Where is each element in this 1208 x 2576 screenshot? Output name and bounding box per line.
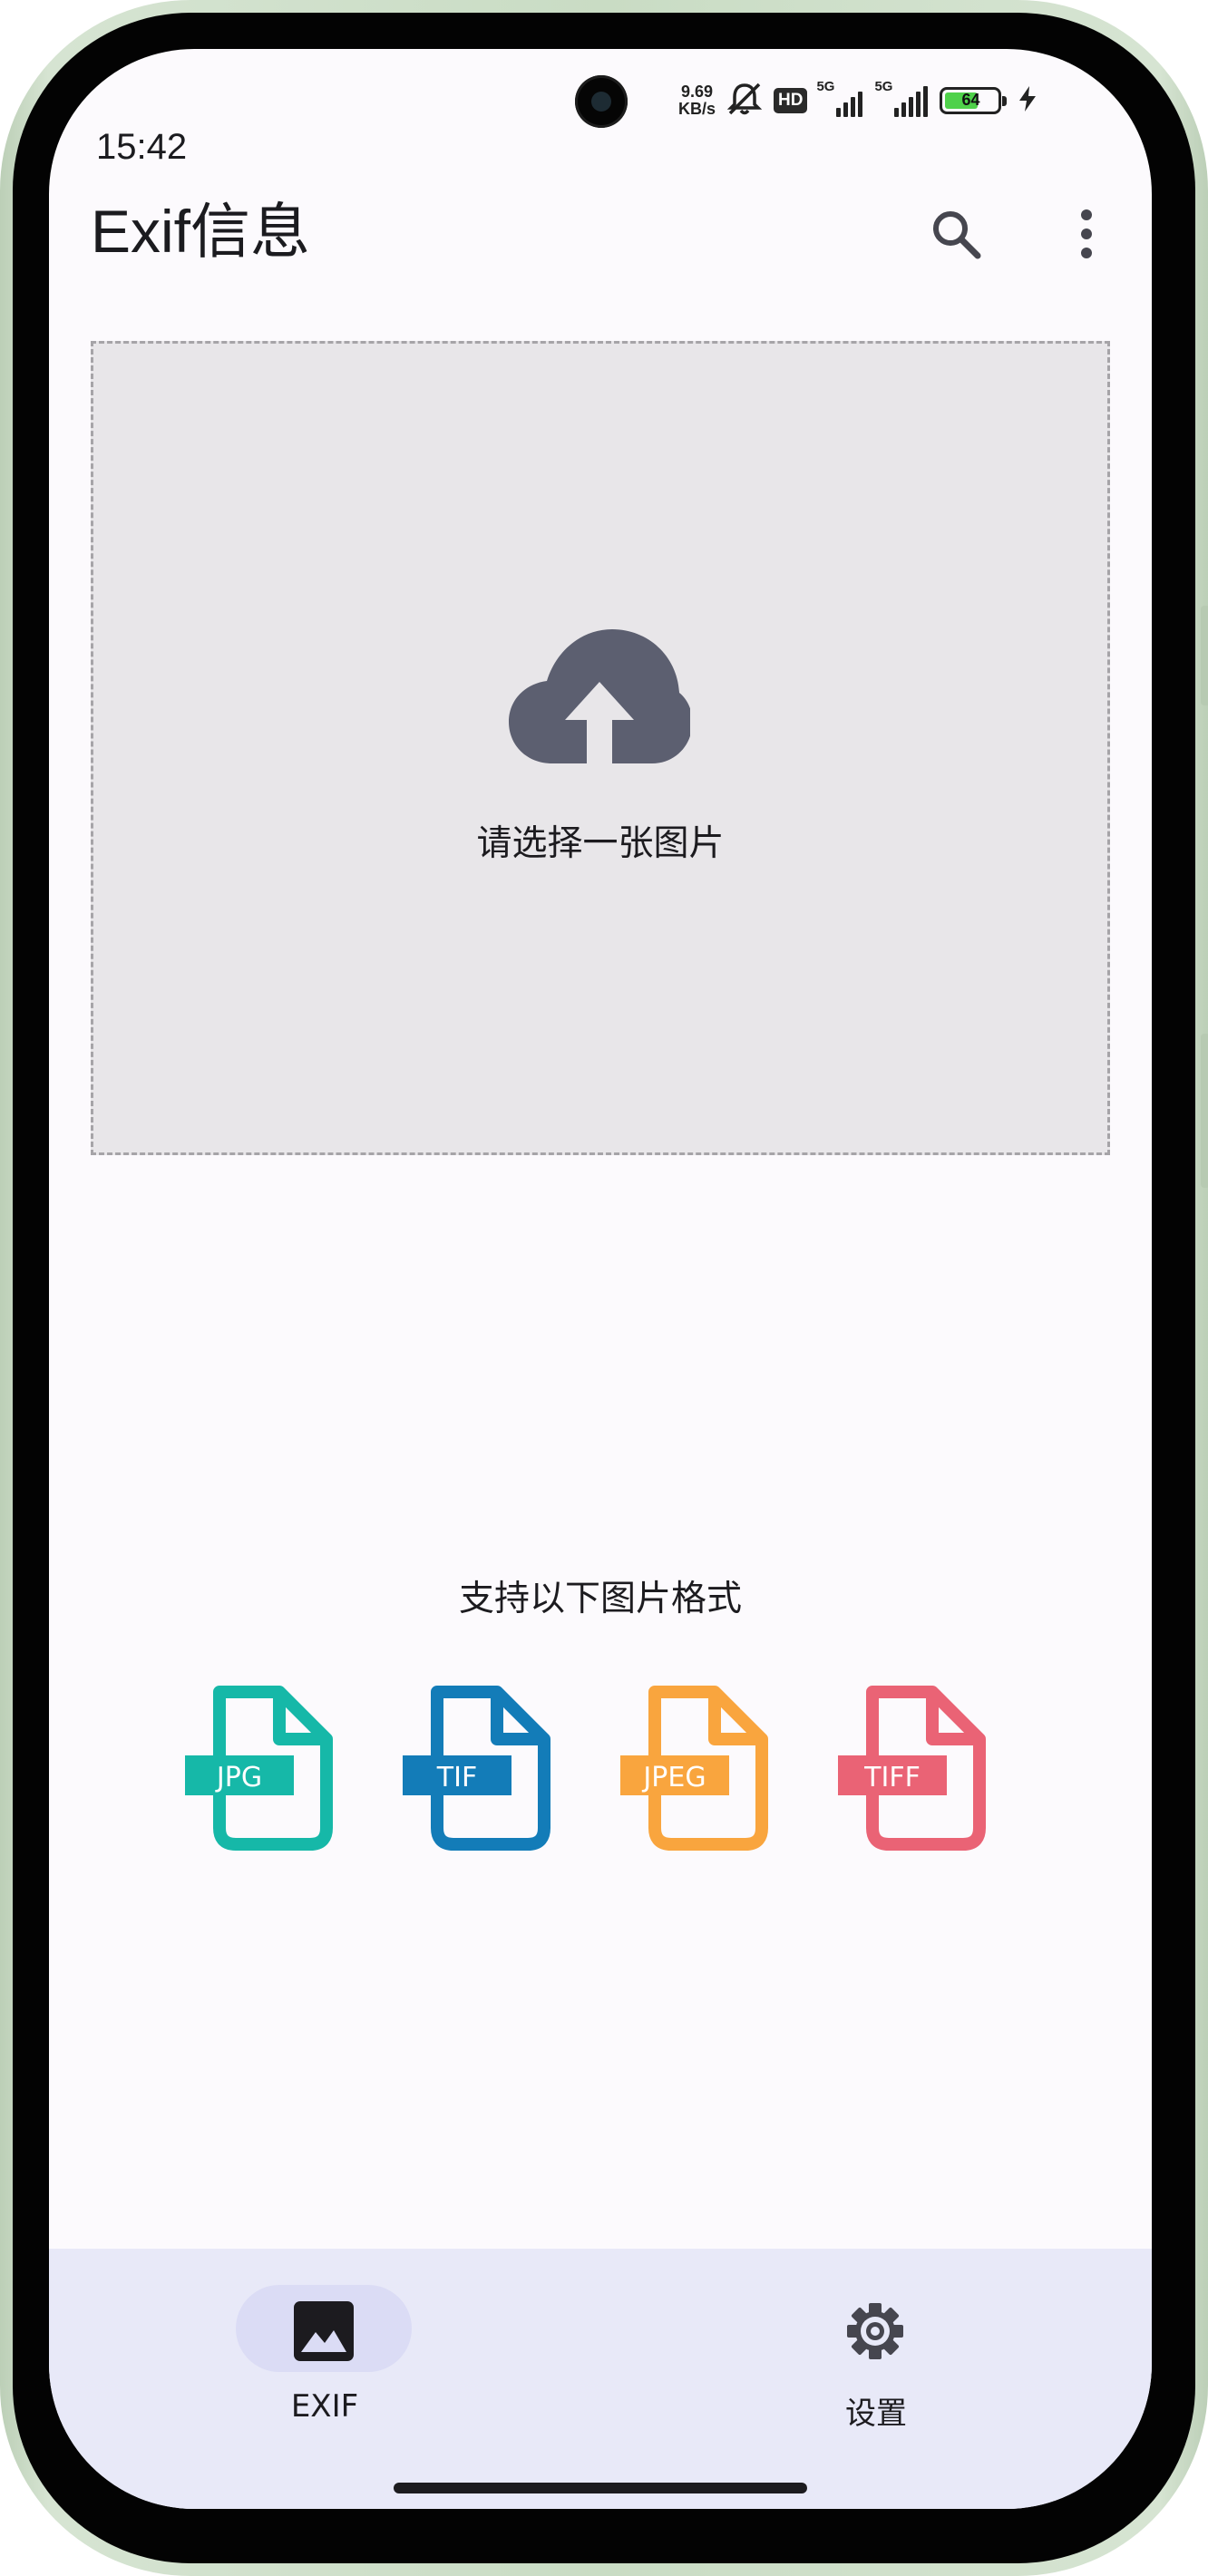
supported-formats-title: 支持以下图片格式 (458, 1579, 742, 1619)
home-indicator[interactable] (394, 2483, 807, 2493)
image-icon (294, 2301, 354, 2361)
format-label-tiff: TIFF (863, 1762, 921, 1793)
charging-icon (1018, 85, 1038, 116)
search-icon (933, 211, 981, 259)
signal-icon-2: 5G (874, 79, 930, 117)
more-options-button[interactable] (1050, 198, 1123, 270)
status-icons: 9.69 KB/s HD 5G 5G 64 (678, 78, 1038, 123)
nav-label-settings: 设置 (845, 2396, 907, 2432)
format-label-tif: TIF (436, 1762, 477, 1793)
format-label-jpg: JPG (215, 1762, 262, 1793)
net-speed: 9.69 KB/s (678, 83, 716, 118)
bottom-navigation: EXIF 设置 (49, 2249, 1152, 2509)
tif-file-icon: TIF (403, 1681, 566, 1857)
tiff-file-icon: TIFF (838, 1681, 1001, 1857)
network-type-2: 5G (874, 79, 893, 94)
nav-label-exif: EXIF (290, 2388, 359, 2425)
nav-item-settings[interactable]: 设置 (600, 2249, 1152, 2509)
screen: 15:42 9.69 KB/s HD 5G 5G 64 Exif信息 请选择一张… (49, 49, 1152, 2509)
hd-badge: HD (774, 88, 808, 113)
page-title: Exif信息 (91, 198, 311, 265)
status-time: 15:42 (96, 127, 188, 167)
battery-icon: 64 (940, 87, 1008, 114)
nav-item-exif[interactable]: EXIF (49, 2249, 600, 2509)
network-type: 5G (816, 79, 835, 94)
net-speed-unit: KB/s (678, 100, 716, 118)
upload-prompt: 请选择一张图片 (476, 823, 725, 864)
bell-muted-icon (725, 81, 765, 121)
more-vert-icon (1081, 209, 1092, 258)
signal-icon: 5G (816, 79, 865, 117)
format-label-jpeg: JPEG (641, 1762, 706, 1793)
jpg-file-icon: JPG (185, 1681, 348, 1857)
cloud-upload-icon (509, 629, 690, 765)
gear-icon (847, 2303, 903, 2359)
search-button[interactable] (920, 198, 992, 270)
status-bar: 15:42 9.69 KB/s HD 5G 5G 64 (49, 49, 1152, 167)
net-speed-value: 9.69 (680, 83, 714, 101)
image-picker-area[interactable]: 请选择一张图片 (91, 341, 1110, 1155)
power-button (1201, 1034, 1208, 1188)
jpeg-file-icon: JPEG (620, 1681, 784, 1857)
battery-level: 64 (961, 91, 980, 109)
volume-button (1201, 606, 1208, 705)
front-camera (575, 75, 628, 128)
